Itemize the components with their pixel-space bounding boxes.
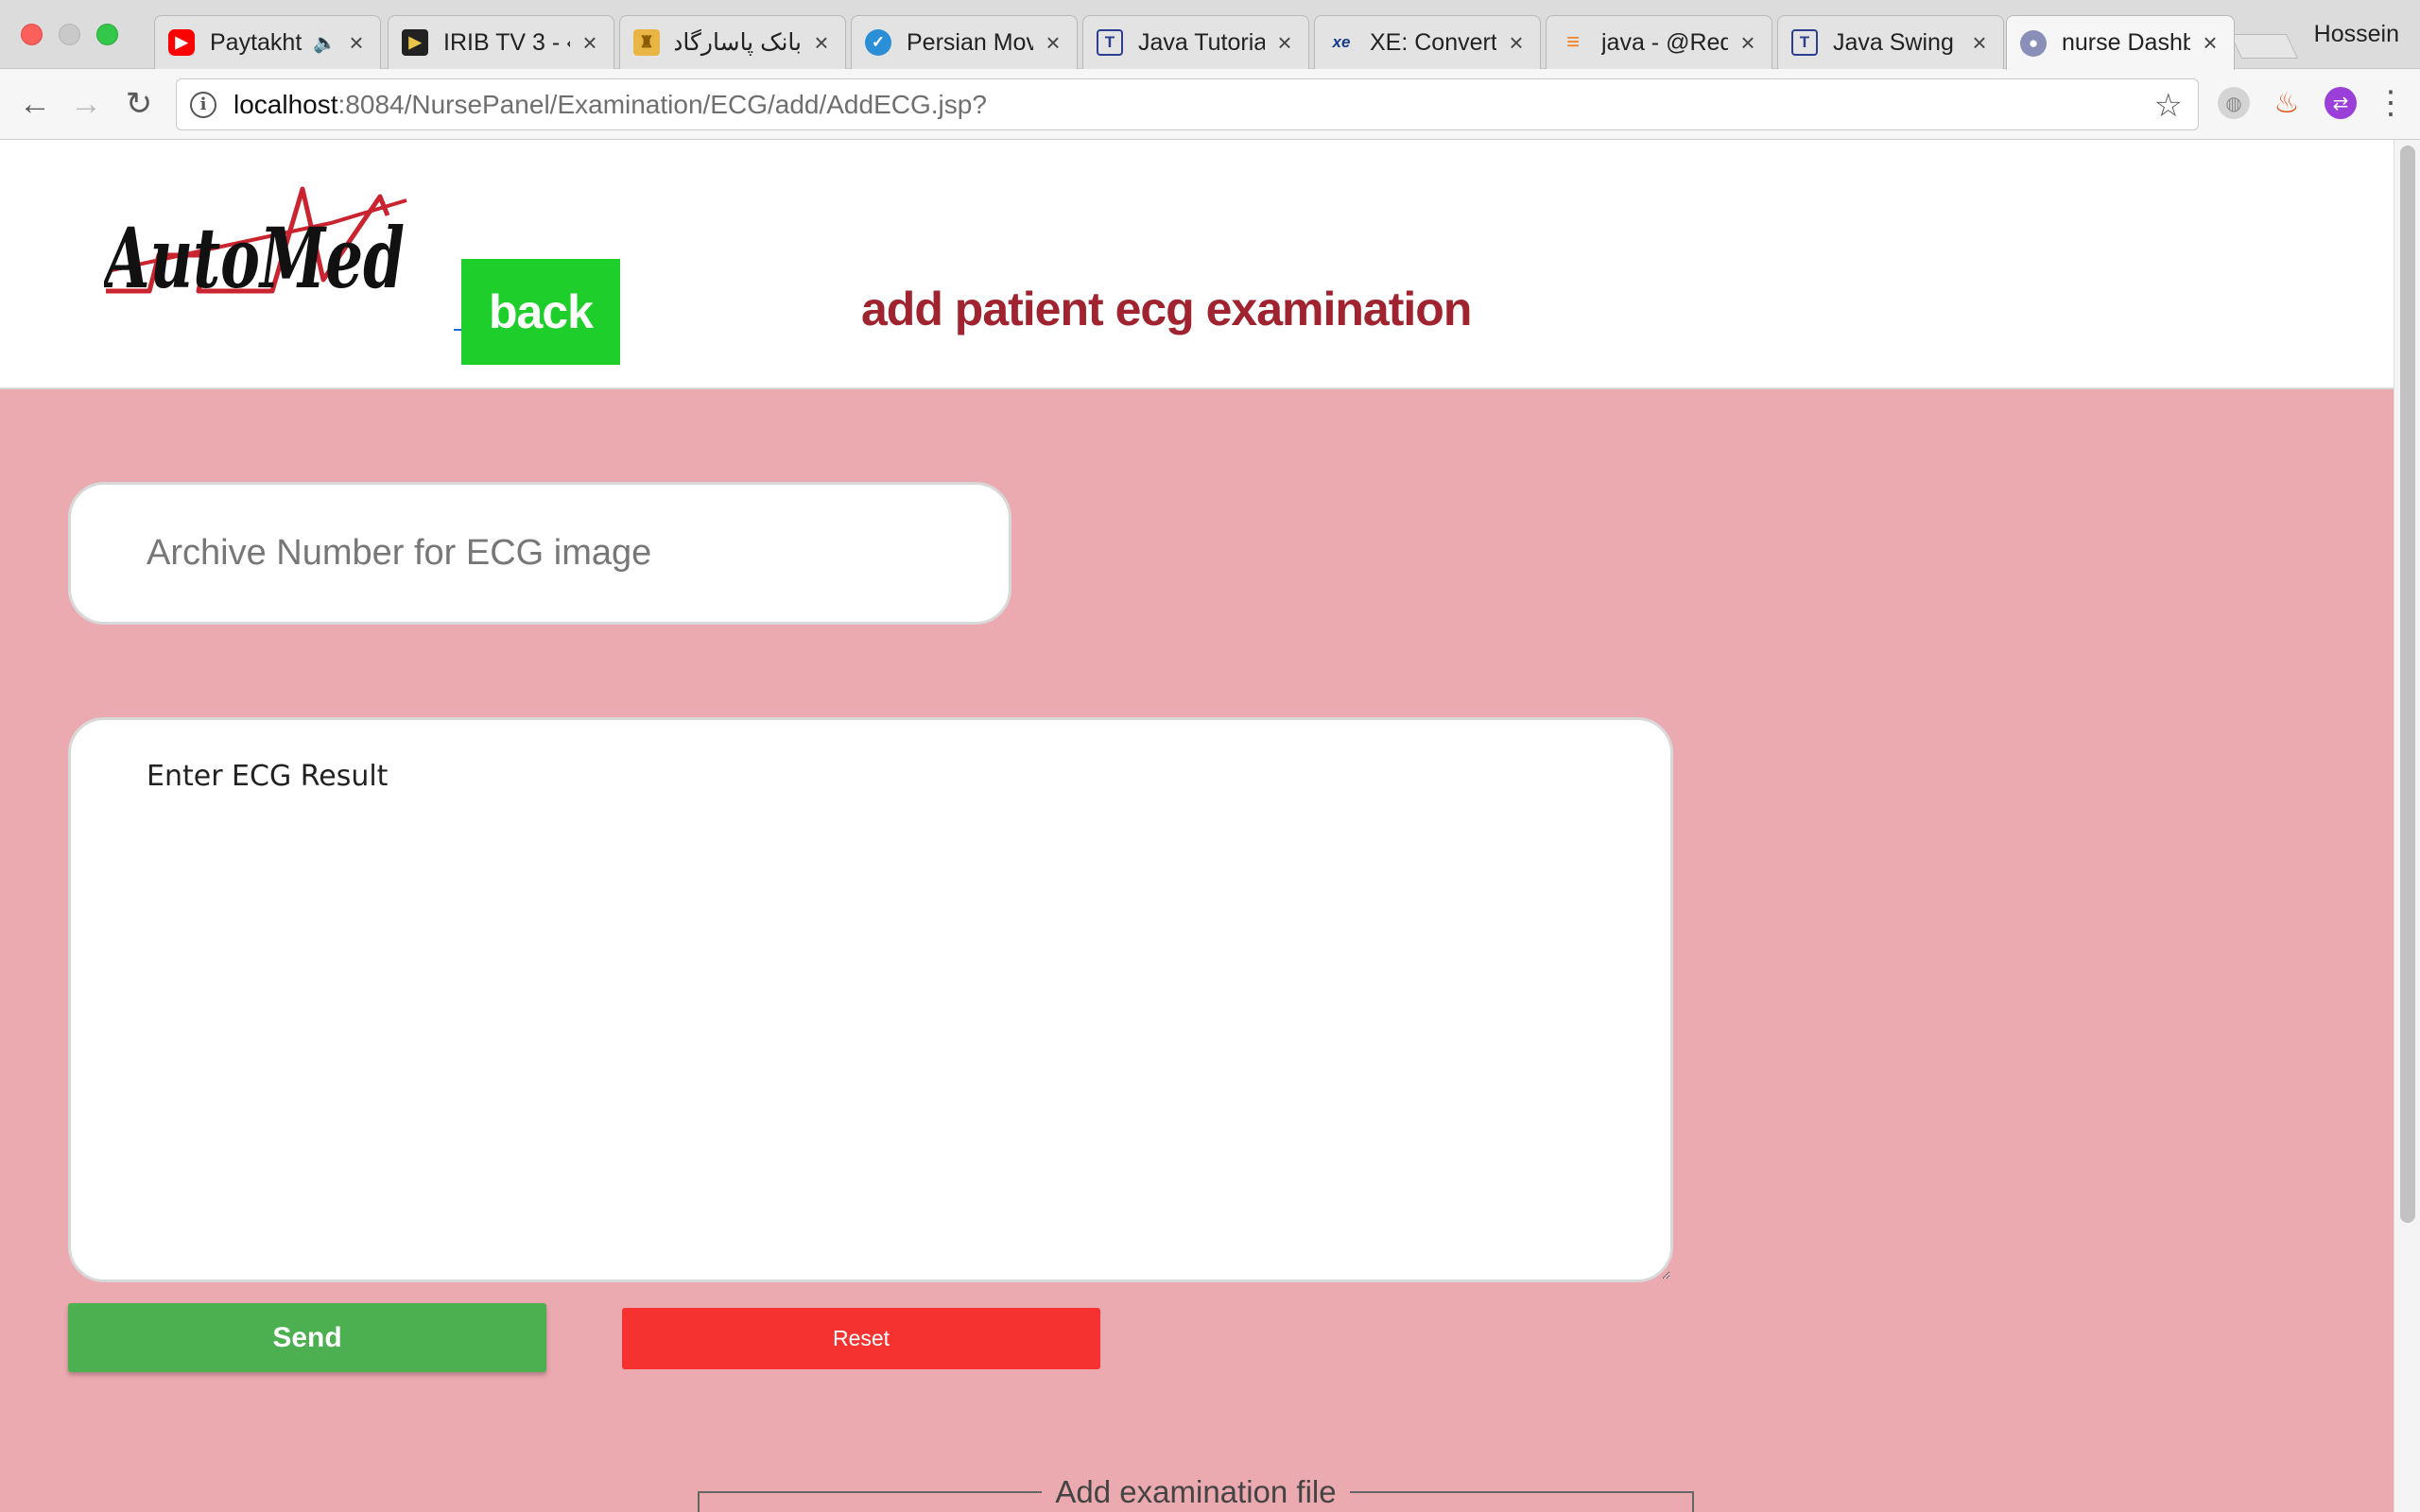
tab-pasargad[interactable]: ♜ بانک پاسارگاد :: ×	[619, 15, 846, 69]
address-bar[interactable]: i localhost:8084/NursePanel/Examination/…	[176, 78, 2199, 130]
site-header: AutoMed back add patient ecg examination	[0, 140, 2394, 389]
page-scrollbar[interactable]	[2394, 140, 2420, 1512]
tab-title: Paytakht	[210, 28, 302, 56]
url-host: localhost	[233, 89, 338, 119]
automed-logo: AutoMed	[104, 186, 407, 307]
tab-irib[interactable]: ▶ IRIB TV 3 - « ×	[388, 15, 614, 69]
avatar-icon: ●	[2020, 29, 2047, 57]
vpn-extension-icon[interactable]: ⇄	[2325, 87, 2357, 119]
fire-extension-icon[interactable]: ♨	[2271, 87, 2303, 119]
new-tab-button[interactable]	[2229, 34, 2299, 59]
archive-number-input[interactable]	[68, 482, 1011, 625]
tab-close-icon[interactable]: ×	[1274, 28, 1295, 58]
tab-nurse-dashboard[interactable]: ● nurse Dashb ×	[2006, 15, 2235, 70]
send-button[interactable]: Send	[68, 1303, 546, 1372]
scrollbar-thumb[interactable]	[2400, 146, 2415, 1223]
ecg-result-textarea[interactable]	[68, 717, 1673, 1282]
window-close-button[interactable]	[21, 24, 43, 45]
stackoverflow-icon: ≡	[1565, 29, 1580, 55]
xe-icon: xe	[1332, 33, 1351, 51]
logo-text: AutoMed	[104, 209, 405, 307]
browser-menu-icon[interactable]: ⋮	[2375, 86, 2407, 124]
tab-close-icon[interactable]: ×	[1969, 28, 1990, 58]
window-zoom-button[interactable]	[96, 24, 118, 45]
tab-title: Java Tutoria	[1138, 28, 1265, 56]
tab-close-icon[interactable]: ×	[579, 28, 600, 58]
tab-title: java - @Req	[1601, 28, 1728, 56]
tutorialspoint-icon: T	[1097, 29, 1123, 56]
tab-java-swing[interactable]: T Java Swing ×	[1777, 15, 2004, 69]
url-path: :8084/NursePanel/Examination/ECG/add/Add…	[337, 89, 987, 119]
forward-arrow-icon[interactable]: →	[66, 84, 106, 124]
tutorialspoint-icon: T	[1791, 29, 1818, 56]
tab-java-tutorial[interactable]: T Java Tutoria ×	[1082, 15, 1309, 69]
globe-icon: ✓	[865, 29, 891, 56]
back-button[interactable]: back	[461, 259, 620, 365]
translate-extension-icon[interactable]: ◍	[2218, 87, 2250, 119]
tab-persian-movie[interactable]: ✓ Persian Mov ×	[851, 15, 1078, 69]
tab-close-icon[interactable]: ×	[2200, 28, 2221, 58]
tab-title: XE: Convert	[1370, 28, 1496, 56]
tab-title: بانک پاسارگاد ::	[675, 29, 802, 56]
speaker-icon[interactable]: 🔈	[313, 31, 337, 55]
tab-paytakht[interactable]: ▶ Paytakht 🔈 ×	[154, 15, 381, 69]
tab-stackoverflow[interactable]: ≡ java - @Req ×	[1546, 15, 1772, 69]
examination-file-fieldset: Add examination file	[698, 1474, 1694, 1512]
tab-title: nurse Dashb	[2062, 29, 2190, 56]
back-arrow-icon[interactable]: ←	[15, 84, 55, 124]
tab-close-icon[interactable]: ×	[346, 28, 367, 58]
tab-title: Java Swing	[1833, 28, 1954, 56]
reset-button[interactable]: Reset	[622, 1308, 1100, 1369]
bookmark-star-icon[interactable]: ☆	[2154, 87, 2183, 125]
browser-tab-strip: ▶ Paytakht 🔈 × ▶ IRIB TV 3 - « × ♜ بانک …	[0, 0, 2420, 70]
page-title: add patient ecg examination	[861, 283, 1472, 335]
tab-title: Persian Mov	[907, 28, 1033, 56]
profile-name[interactable]: Hossein	[2314, 21, 2399, 48]
youtube-icon: ▶	[168, 29, 195, 56]
window-minimize-button[interactable]	[59, 24, 80, 45]
browser-toolbar: ← → ↻ i localhost:8084/NursePanel/Examin…	[0, 69, 2420, 140]
tab-close-icon[interactable]: ×	[1737, 28, 1758, 58]
examination-file-legend: Add examination file	[1055, 1474, 1337, 1509]
url-text[interactable]: localhost:8084/NursePanel/Examination/EC…	[233, 90, 987, 120]
play-icon: ▶	[402, 29, 428, 56]
tab-close-icon[interactable]: ×	[811, 28, 832, 58]
tab-title: IRIB TV 3 - «	[443, 28, 570, 56]
page-viewport: AutoMed back add patient ecg examination…	[0, 140, 2394, 1512]
tab-xe-convert[interactable]: xe XE: Convert ×	[1314, 15, 1541, 69]
tab-close-icon[interactable]: ×	[1506, 28, 1527, 58]
pasargad-icon: ♜	[633, 29, 660, 56]
reload-icon[interactable]: ↻	[119, 84, 159, 124]
tab-close-icon[interactable]: ×	[1043, 28, 1063, 58]
info-icon[interactable]: i	[190, 91, 216, 118]
